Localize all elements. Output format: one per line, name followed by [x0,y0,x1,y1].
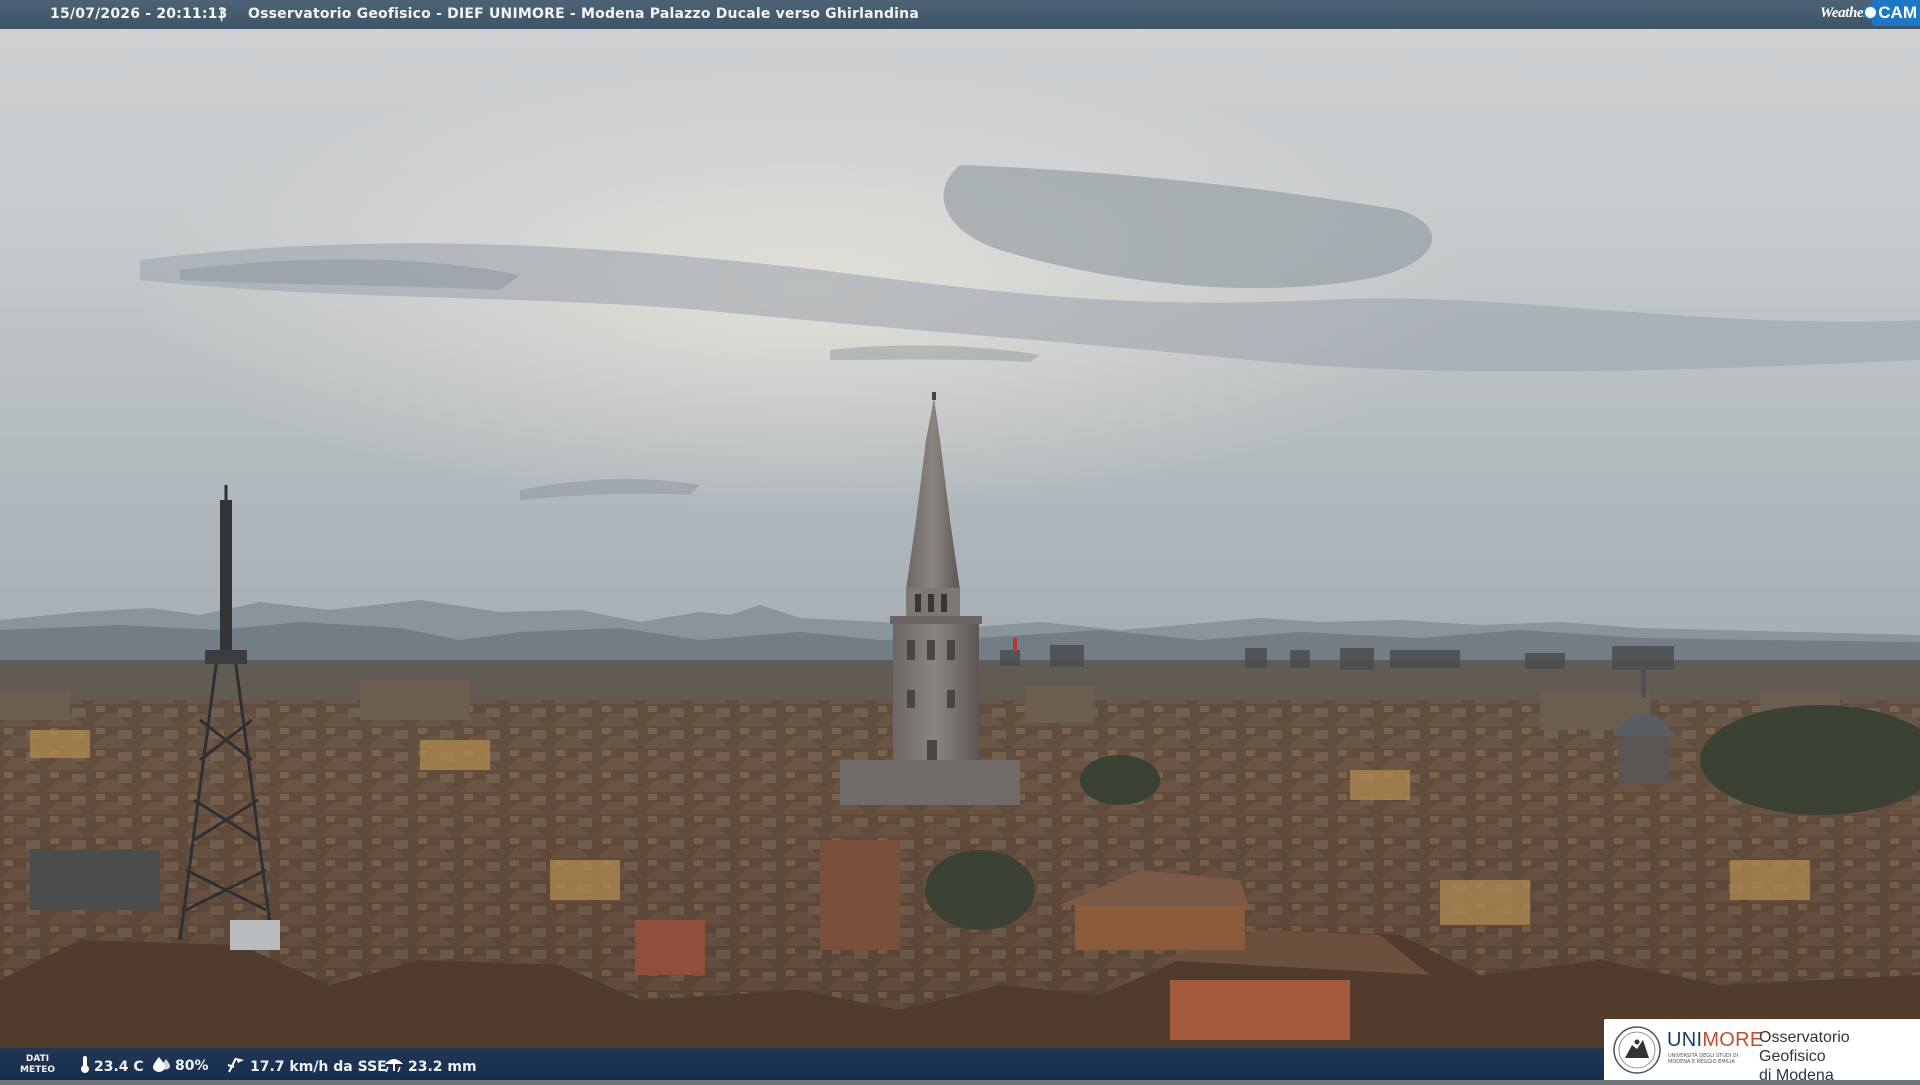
camera-title-bar: 15/07/2026 - 20:11:13 | Osservatorio Geo… [0,0,1920,29]
temperature-reading: 23.4 C [80,1056,144,1077]
wind-reading: 17.7 km/h da SSE [226,1056,387,1077]
timestamp: 15/07/2026 - 20:11:13 [50,6,228,22]
unimore-logo-panel[interactable]: UNIMORE UNIVERSITÀ DEGLI STUDI DI MODENA… [1604,1019,1920,1084]
rain-reading: 23.2 mm [384,1056,477,1077]
weather-data-label-line1: DATI [25,1054,50,1064]
weathercam-logo[interactable]: Weather CAM [1820,0,1920,27]
humidity-value: 80% [175,1058,209,1074]
webcam-image [0,0,1920,1080]
camera-title: Osservatorio Geofisico - DIEF UNIMORE - … [248,6,919,22]
temperature-value: 23.4 C [94,1059,144,1075]
weathercam-dot-icon [1863,5,1878,20]
rain-icon [384,1056,404,1077]
observatory-name-line1: Osservatorio Geofisico [1759,1029,1850,1065]
observatory-name: Osservatorio Geofisico di Modena [1759,1028,1920,1085]
unimore-brand-uni: UNI [1667,1029,1703,1051]
weathercam-logo-cam: CAM [1872,0,1920,26]
wind-icon [226,1056,246,1077]
weathercam-logo-weather: Weather [1820,5,1869,21]
thermometer-icon [80,1056,90,1077]
weather-data-bar: DATI METEO 23.4 C 80% 17.7 km/h da SSE 2… [0,1048,1604,1080]
humidity-drop-icon [153,1056,171,1076]
rain-value: 23.2 mm [408,1059,477,1075]
weather-data-label-line2: METEO [20,1065,56,1075]
university-seal-icon [1612,1025,1662,1079]
webcam-view [0,0,1920,1080]
unimore-subtitle: UNIVERSITÀ DEGLI STUDI DI MODENA E REGGI… [1668,1053,1739,1065]
weather-data-label: DATI METEO [20,1054,55,1076]
humidity-reading: 80% [153,1056,209,1076]
title-separator: | [219,6,225,22]
unimore-brand: UNIMORE [1667,1029,1764,1052]
unimore-brand-more: MORE [1702,1029,1764,1051]
observatory-name-line2: di Modena [1759,1067,1834,1084]
wind-value: 17.7 km/h da SSE [250,1059,387,1075]
